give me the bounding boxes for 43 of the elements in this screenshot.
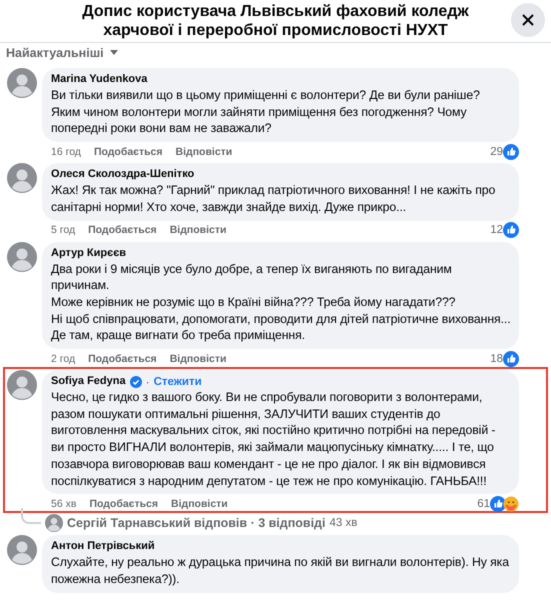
avatar-icon	[7, 163, 37, 194]
comment-text: Слухайте, ну реально ж дурацька причина по якій ви вигнали волонтерів). Ну яка пожежна небезпека?)).	[51, 554, 510, 588]
comment-text: Чесно, це гидко з вашого боку. Ви не спробували поговорити з волонтерами, разом пошукати оптимальні рішення, ЗАЛУЧИТИ ваших студентів до виготовлення маскувальних сіток, які постійно критично потрібні на передовій - ви просто ВИГНАЛИ волонтерів, які займали мацюпусіньку кімнатку..... І те, що позавчора виговорював ваш комендант - це не про діалог. І як він відмовився поспілкуватися з народним депутатом - це теж не про комунікацію. ГАНЬБА!!!	[51, 389, 496, 490]
replies-link[interactable]: Сергій Тарнавський відповів · 3 відповіді	[67, 516, 326, 530]
comment-author[interactable]: Артур Кирєєв	[51, 246, 126, 261]
comment-author[interactable]: Marina Yudenkova	[51, 72, 148, 87]
separator-dot: ·	[146, 374, 150, 389]
reply-link[interactable]: Відповісти	[170, 352, 226, 365]
caret-icon	[108, 50, 119, 56]
sort-dropdown[interactable]: Найактуальніші	[6, 46, 119, 60]
reaction-count[interactable]: 29	[490, 146, 503, 158]
like-link[interactable]: Подобається	[88, 352, 157, 365]
comment-time[interactable]: 56 хв	[51, 498, 76, 510]
reply-time: 43 хв	[329, 517, 358, 530]
close-icon	[521, 13, 535, 27]
comment-text: Два роки і 9 місяців усе було добре, а тепер їх виганяють по вигаданим причинам. Може керівник не розуміє що в Країні війна??? Треба йому нагадати??? Ні щоб співпрацювати, допомогати, проводити для дітей патріотичне виховання... Де там, краще вигнати бо треба приміщення.	[51, 260, 511, 344]
like-link[interactable]: Подобається	[88, 224, 157, 236]
like-link[interactable]: Подобається	[94, 146, 163, 158]
reply-link[interactable]: Відповісти	[176, 146, 232, 158]
comment-time[interactable]: 16 год	[51, 146, 81, 158]
verified-icon	[130, 376, 142, 388]
reaction-count[interactable]: 61	[477, 498, 490, 510]
comment-author[interactable]: Антон Петрівський	[51, 539, 155, 554]
dialog-title: Допис користувача Львівський фаховий коледж харчової і переробної промисловості НУХТ	[81, 2, 470, 40]
avatar-icon	[7, 242, 37, 272]
comment-time[interactable]: 2 год	[51, 352, 76, 365]
avatar-icon	[7, 68, 37, 98]
follow-link[interactable]: Стежити	[154, 376, 202, 388]
thread-line	[21, 508, 41, 524]
reply-link[interactable]: Відповісти	[171, 498, 228, 510]
reaction-count[interactable]: 12	[490, 224, 503, 236]
avatar-icon	[7, 535, 37, 566]
reaction-count[interactable]: 18	[490, 352, 503, 365]
close-button[interactable]	[511, 3, 545, 37]
reply-link[interactable]: Відповісти	[170, 224, 226, 236]
avatar-icon	[45, 514, 63, 532]
comment-text: Жах! Як так можна? "Гарний" приклад патріотичного виховання! І не кажіть про санітарні норми! Хто хоче, завжди знайде вихід. Дуже прикро...	[51, 182, 496, 216]
comment-author[interactable]: Олеся Сколоздра-Шепітко	[51, 167, 194, 182]
avatar-icon	[7, 370, 37, 400]
like-link[interactable]: Подобається	[89, 498, 158, 510]
comment-text: Ви тільки виявили що в цьому приміщенні є волонтери? Де ви були раніше? Яким чином волонтери могли зайняти приміщення без погодження? Чому попередні роки вони вам не заважали?	[51, 87, 481, 138]
comment-time[interactable]: 5 год	[51, 224, 76, 236]
comment-author[interactable]: Sofiya Fedyna	[51, 374, 126, 390]
